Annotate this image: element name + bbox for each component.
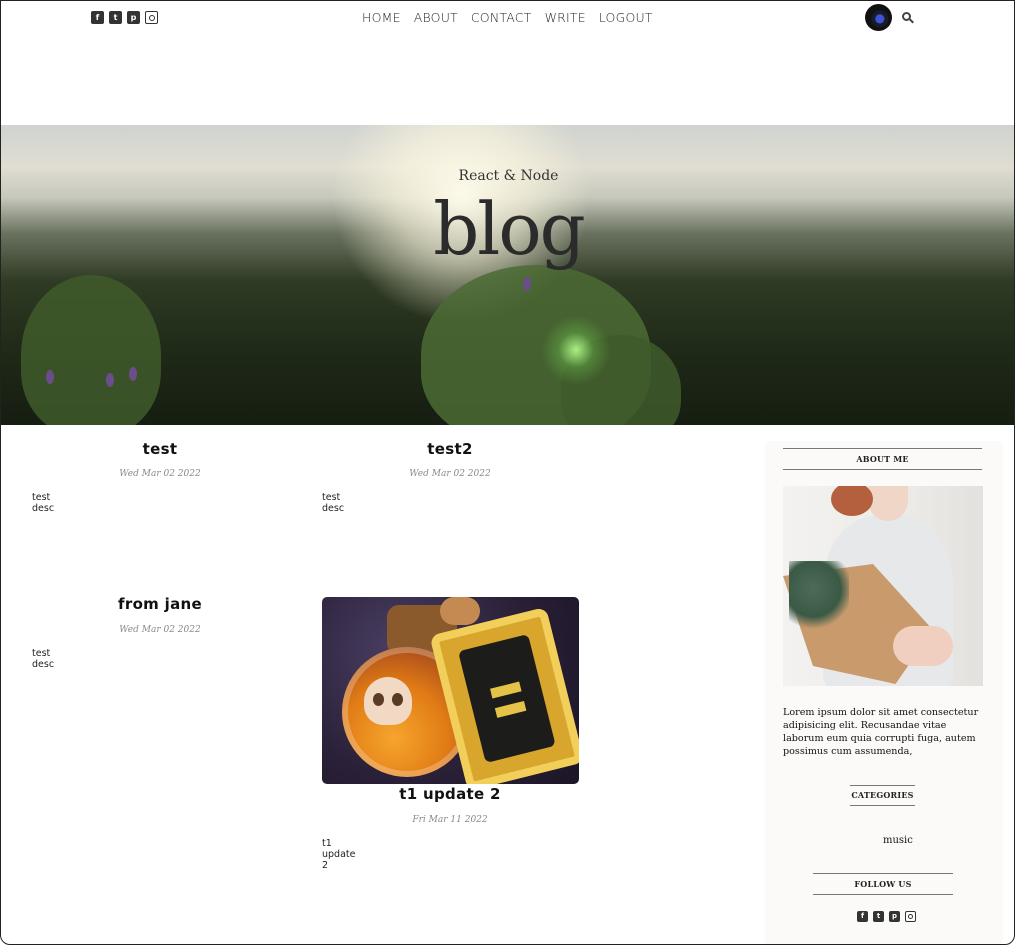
post-desc: test desc: [32, 648, 55, 670]
avatar[interactable]: [865, 4, 892, 31]
post-date: Wed Mar 02 2022: [119, 469, 201, 479]
hero-subtitle: React & Node: [458, 168, 559, 184]
hero-flower: [46, 370, 54, 384]
hero-lens-flare: [541, 315, 611, 385]
hero-flower: [523, 277, 531, 291]
post-desc: test desc: [32, 492, 55, 514]
post-title[interactable]: from jane: [31, 595, 289, 613]
instagram-icon[interactable]: [145, 11, 158, 24]
about-text: Lorem ipsum dolor sit amet consectetur a…: [783, 707, 979, 757]
post-desc: test desc: [322, 492, 345, 514]
post-title[interactable]: t1 update 2: [321, 785, 579, 803]
about-image: [783, 486, 983, 686]
facebook-square-icon[interactable]: f: [857, 911, 868, 922]
nav-logout[interactable]: LOGOUT: [599, 10, 653, 25]
post-image[interactable]: [322, 597, 579, 784]
hero-plant: [21, 275, 161, 425]
nav-home[interactable]: HOME: [362, 10, 401, 25]
hero-banner: React & Node blog: [1, 125, 1014, 425]
hero-flower: [129, 367, 137, 381]
pinterest-square-icon[interactable]: p: [889, 911, 900, 922]
nav-write[interactable]: WRITE: [545, 10, 586, 25]
post-title[interactable]: test2: [321, 440, 579, 458]
post-title[interactable]: test: [31, 440, 289, 458]
pinterest-square-icon[interactable]: p: [127, 11, 140, 24]
nav-contact[interactable]: CONTACT: [471, 10, 532, 25]
nav-about[interactable]: ABOUT: [414, 10, 458, 25]
twitter-square-icon[interactable]: t: [873, 911, 884, 922]
facebook-square-icon[interactable]: f: [91, 11, 104, 24]
sidebar-categories-title: CATEGORIES: [850, 785, 915, 806]
header-social-icons: f t p: [91, 11, 158, 24]
search-icon[interactable]: [902, 12, 914, 24]
main-nav: HOME ABOUT CONTACT WRITE LOGOUT: [362, 10, 653, 25]
post-desc: t1 update 2: [322, 838, 356, 871]
app-frame: f t p HOME ABOUT CONTACT WRITE LOGOUT Re…: [0, 0, 1015, 945]
post-date: Wed Mar 02 2022: [119, 625, 201, 635]
sidebar-follow-title: FOLLOW US: [813, 873, 953, 895]
twitter-square-icon[interactable]: t: [109, 11, 122, 24]
instagram-icon[interactable]: [905, 911, 916, 922]
follow-social-icons: f t p: [857, 911, 916, 922]
post-date: Fri Mar 11 2022: [412, 815, 488, 825]
sidebar: ABOUT ME Lorem ipsum dolor sit amet cons…: [765, 441, 1003, 944]
sidebar-about-title: ABOUT ME: [783, 448, 982, 470]
hero-flower: [106, 373, 114, 387]
hero-title: blog: [433, 187, 586, 271]
category-item[interactable]: music: [883, 835, 913, 846]
post-date: Wed Mar 02 2022: [409, 469, 491, 479]
top-bar: f t p HOME ABOUT CONTACT WRITE LOGOUT: [1, 1, 1014, 35]
